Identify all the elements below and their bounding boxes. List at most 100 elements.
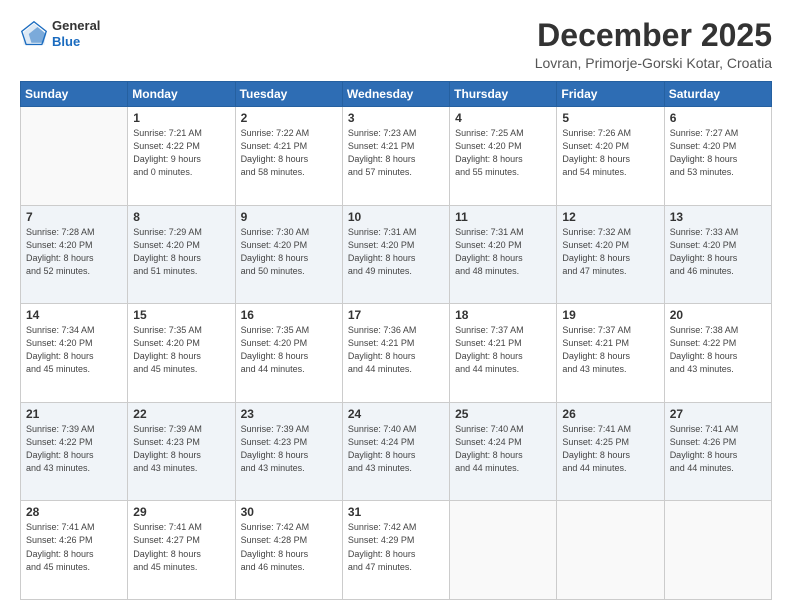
day-number: 2: [241, 111, 337, 125]
calendar-cell: 18Sunrise: 7:37 AM Sunset: 4:21 PM Dayli…: [450, 304, 557, 403]
calendar-week-1: 1 Sunrise: 7:21 AM Sunset: 4:22 PM Daylig…: [21, 107, 772, 206]
day-number: 3: [348, 111, 444, 125]
day-number: 17: [348, 308, 444, 322]
calendar-cell: 4 Sunrise: 7:25 AM Sunset: 4:20 PM Daylig…: [450, 107, 557, 206]
calendar-cell: 21 Sunrise: 7:39 AM Sunset: 4:22 PM Dayli…: [21, 402, 128, 501]
day-number: 24: [348, 407, 444, 421]
day-number: 12: [562, 210, 658, 224]
day-number: 16: [241, 308, 337, 322]
title-block: December 2025 Lovran, Primorje-Gorski Ko…: [535, 18, 772, 71]
day-number: 30: [241, 505, 337, 519]
day-info: Sunrise: 7:25 AM Sunset: 4:20 PM Dayligh…: [455, 127, 551, 179]
day-info: Sunrise: 7:37 AM Sunset: 4:21 PM Dayligh…: [562, 324, 658, 376]
day-info: Sunrise: 7:27 AM Sunset: 4:20 PM Dayligh…: [670, 127, 766, 179]
day-number: 9: [241, 210, 337, 224]
day-info: Sunrise: 7:29 AM Sunset: 4:20 PM Dayligh…: [133, 226, 229, 278]
day-info: Sunrise: 7:22 AM Sunset: 4:21 PM Dayligh…: [241, 127, 337, 179]
day-number: 15: [133, 308, 229, 322]
calendar-cell: 8 Sunrise: 7:29 AM Sunset: 4:20 PM Daylig…: [128, 205, 235, 304]
calendar-cell: 29Sunrise: 7:41 AM Sunset: 4:27 PM Dayli…: [128, 501, 235, 600]
calendar-cell: 30 Sunrise: 7:42 AM Sunset: 4:28 PM Dayli…: [235, 501, 342, 600]
calendar-cell: 16Sunrise: 7:35 AM Sunset: 4:20 PM Dayli…: [235, 304, 342, 403]
calendar-cell: 19 Sunrise: 7:37 AM Sunset: 4:21 PM Dayli…: [557, 304, 664, 403]
calendar-cell: 24 Sunrise: 7:40 AM Sunset: 4:24 PM Dayli…: [342, 402, 449, 501]
day-info: Sunrise: 7:26 AM Sunset: 4:20 PM Dayligh…: [562, 127, 658, 179]
day-info: Sunrise: 7:32 AM Sunset: 4:20 PM Dayligh…: [562, 226, 658, 278]
calendar-table: Sunday Monday Tuesday Wednesday Thursday…: [20, 81, 772, 600]
calendar-week-4: 21 Sunrise: 7:39 AM Sunset: 4:22 PM Dayli…: [21, 402, 772, 501]
day-info: Sunrise: 7:31 AM Sunset: 4:20 PM Dayligh…: [348, 226, 444, 278]
calendar-cell: [557, 501, 664, 600]
day-number: 28: [26, 505, 122, 519]
day-info: Sunrise: 7:34 AM Sunset: 4:20 PM Dayligh…: [26, 324, 122, 376]
day-info: Sunrise: 7:21 AM Sunset: 4:22 PM Dayligh…: [133, 127, 229, 179]
day-number: 8: [133, 210, 229, 224]
calendar-cell: [21, 107, 128, 206]
calendar-cell: 6 Sunrise: 7:27 AM Sunset: 4:20 PM Daylig…: [664, 107, 771, 206]
col-tuesday: Tuesday: [235, 82, 342, 107]
logo-blue: Blue: [52, 34, 100, 50]
calendar-cell: 7Sunrise: 7:28 AM Sunset: 4:20 PM Daylig…: [21, 205, 128, 304]
calendar-cell: 27Sunrise: 7:41 AM Sunset: 4:26 PM Dayli…: [664, 402, 771, 501]
logo-icon: [20, 20, 48, 48]
calendar-cell: [664, 501, 771, 600]
day-number: 25: [455, 407, 551, 421]
day-info: Sunrise: 7:28 AM Sunset: 4:20 PM Dayligh…: [26, 226, 122, 278]
day-info: Sunrise: 7:35 AM Sunset: 4:20 PM Dayligh…: [133, 324, 229, 376]
day-info: Sunrise: 7:41 AM Sunset: 4:27 PM Dayligh…: [133, 521, 229, 573]
day-info: Sunrise: 7:39 AM Sunset: 4:23 PM Dayligh…: [241, 423, 337, 475]
col-friday: Friday: [557, 82, 664, 107]
day-number: 22: [133, 407, 229, 421]
page: General Blue December 2025 Lovran, Primo…: [0, 0, 792, 612]
col-saturday: Saturday: [664, 82, 771, 107]
calendar-cell: 11Sunrise: 7:31 AM Sunset: 4:20 PM Dayli…: [450, 205, 557, 304]
day-info: Sunrise: 7:40 AM Sunset: 4:24 PM Dayligh…: [455, 423, 551, 475]
day-number: 10: [348, 210, 444, 224]
day-number: 31: [348, 505, 444, 519]
location: Lovran, Primorje-Gorski Kotar, Croatia: [535, 55, 772, 71]
calendar-cell: 17 Sunrise: 7:36 AM Sunset: 4:21 PM Dayli…: [342, 304, 449, 403]
day-info: Sunrise: 7:42 AM Sunset: 4:28 PM Dayligh…: [241, 521, 337, 573]
calendar-cell: 12 Sunrise: 7:32 AM Sunset: 4:20 PM Dayli…: [557, 205, 664, 304]
col-monday: Monday: [128, 82, 235, 107]
calendar-cell: 10 Sunrise: 7:31 AM Sunset: 4:20 PM Dayli…: [342, 205, 449, 304]
month-title: December 2025: [535, 18, 772, 53]
day-number: 19: [562, 308, 658, 322]
day-number: 14: [26, 308, 122, 322]
calendar-cell: 31Sunrise: 7:42 AM Sunset: 4:29 PM Dayli…: [342, 501, 449, 600]
calendar-cell: [450, 501, 557, 600]
day-info: Sunrise: 7:41 AM Sunset: 4:25 PM Dayligh…: [562, 423, 658, 475]
day-number: 5: [562, 111, 658, 125]
day-info: Sunrise: 7:23 AM Sunset: 4:21 PM Dayligh…: [348, 127, 444, 179]
col-thursday: Thursday: [450, 82, 557, 107]
calendar-cell: 25 Sunrise: 7:40 AM Sunset: 4:24 PM Dayli…: [450, 402, 557, 501]
day-number: 1: [133, 111, 229, 125]
calendar-cell: 13Sunrise: 7:33 AM Sunset: 4:20 PM Dayli…: [664, 205, 771, 304]
day-number: 20: [670, 308, 766, 322]
col-sunday: Sunday: [21, 82, 128, 107]
calendar-cell: 3 Sunrise: 7:23 AM Sunset: 4:21 PM Daylig…: [342, 107, 449, 206]
day-number: 23: [241, 407, 337, 421]
day-info: Sunrise: 7:36 AM Sunset: 4:21 PM Dayligh…: [348, 324, 444, 376]
calendar-cell: 15 Sunrise: 7:35 AM Sunset: 4:20 PM Dayli…: [128, 304, 235, 403]
calendar-cell: 22Sunrise: 7:39 AM Sunset: 4:23 PM Dayli…: [128, 402, 235, 501]
calendar-cell: 23 Sunrise: 7:39 AM Sunset: 4:23 PM Dayli…: [235, 402, 342, 501]
calendar-cell: 1 Sunrise: 7:21 AM Sunset: 4:22 PM Daylig…: [128, 107, 235, 206]
calendar-week-5: 28Sunrise: 7:41 AM Sunset: 4:26 PM Dayli…: [21, 501, 772, 600]
day-number: 6: [670, 111, 766, 125]
logo-general: General: [52, 18, 100, 34]
day-info: Sunrise: 7:40 AM Sunset: 4:24 PM Dayligh…: [348, 423, 444, 475]
header: General Blue December 2025 Lovran, Primo…: [20, 18, 772, 71]
day-info: Sunrise: 7:39 AM Sunset: 4:22 PM Dayligh…: [26, 423, 122, 475]
day-number: 21: [26, 407, 122, 421]
calendar-cell: 28Sunrise: 7:41 AM Sunset: 4:26 PM Dayli…: [21, 501, 128, 600]
day-number: 4: [455, 111, 551, 125]
calendar-cell: 20Sunrise: 7:38 AM Sunset: 4:22 PM Dayli…: [664, 304, 771, 403]
day-number: 26: [562, 407, 658, 421]
calendar-cell: 5 Sunrise: 7:26 AM Sunset: 4:20 PM Daylig…: [557, 107, 664, 206]
calendar-week-2: 7Sunrise: 7:28 AM Sunset: 4:20 PM Daylig…: [21, 205, 772, 304]
day-info: Sunrise: 7:30 AM Sunset: 4:20 PM Dayligh…: [241, 226, 337, 278]
calendar-week-3: 14 Sunrise: 7:34 AM Sunset: 4:20 PM Dayli…: [21, 304, 772, 403]
day-number: 13: [670, 210, 766, 224]
day-number: 11: [455, 210, 551, 224]
